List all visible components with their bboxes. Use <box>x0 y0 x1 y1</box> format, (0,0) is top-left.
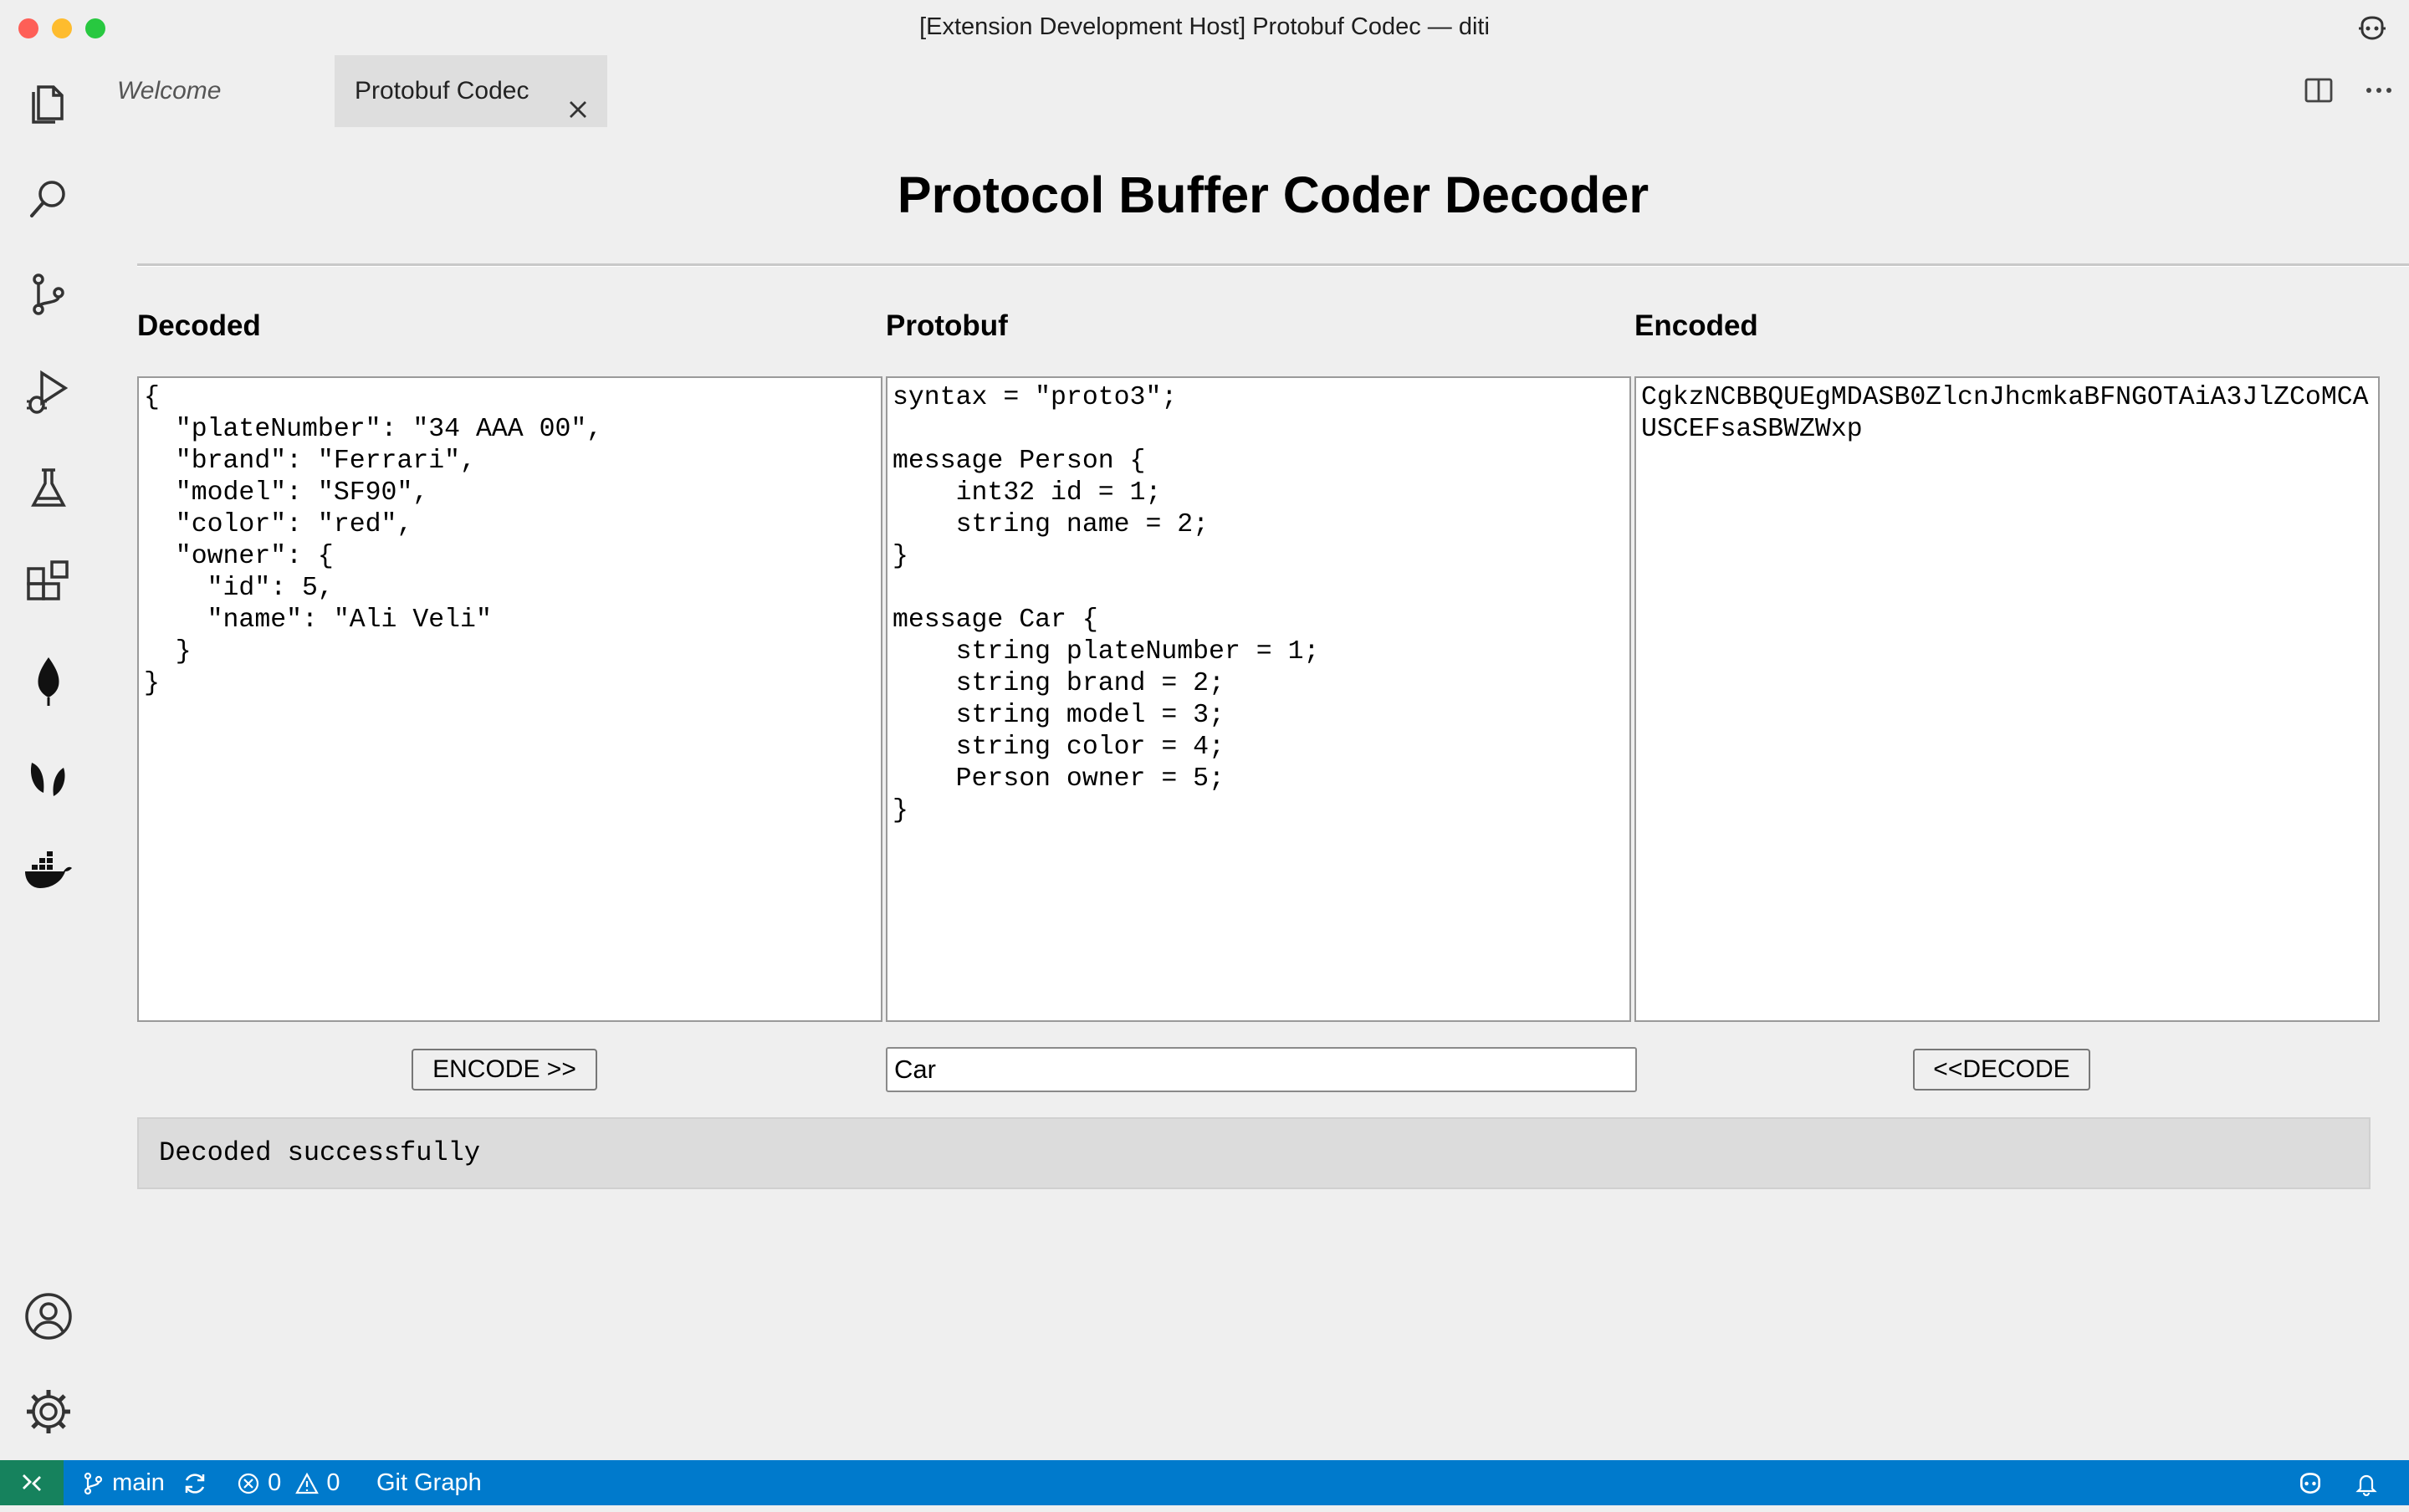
settings-gear-icon[interactable] <box>22 1385 75 1438</box>
divider <box>137 263 2409 267</box>
docker-icon[interactable] <box>22 846 75 900</box>
branch-icon <box>84 1473 103 1495</box>
error-count: 0 <box>268 1469 282 1496</box>
close-icon[interactable] <box>565 79 591 118</box>
extensions-icon[interactable] <box>22 557 75 610</box>
activity-bar <box>0 55 97 1460</box>
tab-label: Welcome <box>117 77 222 105</box>
sync-icon[interactable] <box>181 1460 209 1505</box>
notifications-bell-icon[interactable] <box>2354 1460 2379 1505</box>
files-icon[interactable] <box>22 75 75 129</box>
encoded-textarea[interactable]: CgkzNCBBQUEgMDASB0ZlcnJhcmkaBFNGOTAiA3Jl… <box>1634 376 2380 1022</box>
tab-welcome[interactable]: Welcome <box>97 55 335 127</box>
leaves-icon[interactable] <box>22 751 75 805</box>
status-message: Decoded successfully <box>137 1117 2371 1189</box>
page-title: Protocol Buffer Coder Decoder <box>897 166 1649 223</box>
protobuf-label: Protobuf <box>886 309 1008 342</box>
webview-content: Protocol Buffer Coder Decoder Decoded Pr… <box>97 127 2409 1460</box>
status-bar: main 0 0 Git Graph <box>0 1460 2409 1505</box>
decoded-textarea[interactable]: { "plateNumber": "34 AAA 00", "brand": "… <box>137 376 882 1022</box>
editor-actions <box>2304 74 2396 107</box>
encoded-label: Encoded <box>1634 309 1758 342</box>
warning-icon <box>295 1473 320 1494</box>
remote-indicator[interactable] <box>0 1460 64 1505</box>
split-editor-icon[interactable] <box>2304 75 2334 105</box>
tab-protobuf-codec[interactable]: Protobuf Codec <box>335 55 607 127</box>
warning-count: 0 <box>326 1469 340 1496</box>
editor-tab-bar: Welcome Protobuf Codec <box>97 55 2409 127</box>
testing-icon[interactable] <box>22 462 75 515</box>
problems-indicator[interactable]: 0 0 <box>236 1460 340 1505</box>
decode-button[interactable]: <<DECODE <box>1913 1049 2090 1091</box>
title-bar: [Extension Development Host] Protobuf Co… <box>0 0 2409 55</box>
window-title: [Extension Development Host] Protobuf Co… <box>919 13 1490 40</box>
remote-icon <box>23 1474 41 1491</box>
tab-label: Protobuf Codec <box>355 77 529 105</box>
source-control-icon[interactable] <box>22 268 75 321</box>
more-actions-icon[interactable] <box>2362 75 2396 105</box>
error-icon <box>238 1474 259 1494</box>
protobuf-textarea[interactable]: syntax = "proto3"; message Person { int3… <box>886 376 1631 1022</box>
copilot-status-icon[interactable] <box>2295 1460 2325 1505</box>
branch-name: main <box>112 1469 165 1496</box>
search-icon[interactable] <box>22 172 75 226</box>
copilot-icon[interactable] <box>2355 13 2389 43</box>
message-type-input[interactable] <box>886 1047 1637 1092</box>
run-debug-icon[interactable] <box>22 365 75 418</box>
git-graph-button[interactable]: Git Graph <box>376 1460 482 1505</box>
mongodb-leaf-icon[interactable] <box>22 654 75 707</box>
account-icon[interactable] <box>22 1290 75 1343</box>
branch-indicator[interactable]: main <box>80 1460 165 1505</box>
decoded-label: Decoded <box>137 309 261 342</box>
encode-button[interactable]: ENCODE >> <box>412 1049 597 1091</box>
